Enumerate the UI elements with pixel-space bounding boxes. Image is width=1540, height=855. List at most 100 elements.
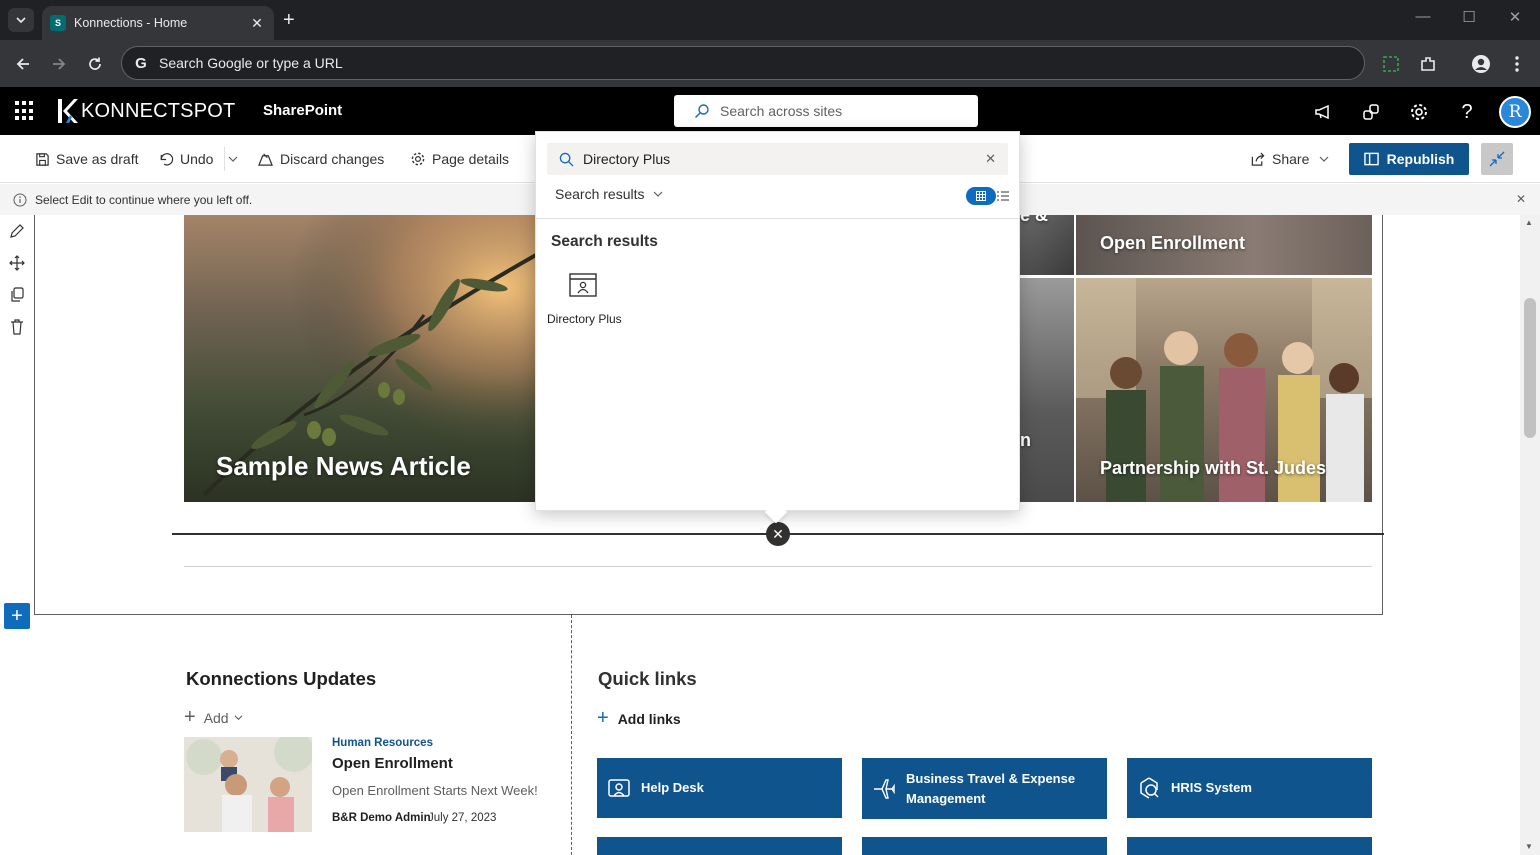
page-details-button[interactable]: Page details — [410, 149, 509, 169]
extensions-icon[interactable] — [1416, 52, 1440, 76]
discard-changes-button[interactable]: Discard changes — [257, 149, 384, 169]
undo-button[interactable]: Undo — [158, 149, 213, 169]
list-view-icon[interactable] — [997, 190, 1009, 202]
news-description: Open Enrollment Starts Next Week! — [332, 783, 538, 798]
share-icon — [1251, 152, 1265, 166]
directory-icon[interactable] — [568, 272, 598, 298]
column-divider — [571, 615, 572, 855]
discard-icon — [258, 152, 273, 166]
chevron-down-icon — [654, 191, 663, 197]
browser-menu-icon[interactable] — [1505, 52, 1529, 76]
save-icon — [36, 152, 49, 166]
news-category[interactable]: Human Resources — [332, 737, 433, 749]
hero-main-title[interactable]: Sample News Article — [216, 451, 471, 482]
hero-tile-partial-bottom[interactable]: n — [1020, 278, 1074, 502]
divider-close-icon[interactable]: ✕ — [766, 522, 790, 546]
hero-tile-partial-title-2: n — [1020, 430, 1031, 450]
app-launcher-icon[interactable] — [15, 101, 35, 121]
add-links-button[interactable]: + Add links — [597, 707, 681, 730]
forward-icon[interactable] — [47, 52, 71, 76]
browser-tab[interactable]: S Konnections - Home ✕ — [42, 6, 274, 40]
tab-close-icon[interactable]: ✕ — [248, 15, 266, 32]
duplicate-icon[interactable] — [8, 286, 26, 304]
news-thumbnail[interactable] — [184, 737, 312, 832]
news-author: B&R Demo Admin — [332, 812, 431, 824]
screen-capture-icon[interactable] — [1379, 52, 1403, 76]
chevron-down-icon — [234, 715, 243, 721]
grid-icon — [976, 191, 986, 201]
save-as-draft-button[interactable]: Save as draft — [35, 149, 139, 169]
chevron-down-icon — [16, 17, 26, 24]
tab-title: Konnections - Home — [74, 16, 188, 30]
edit-pencil-icon[interactable] — [8, 222, 26, 240]
profile-icon[interactable] — [1469, 52, 1493, 76]
delete-icon[interactable] — [8, 318, 26, 336]
popup-search-value: Directory Plus — [583, 151, 671, 167]
quick-link-stub[interactable] — [1127, 837, 1372, 855]
plus-icon: + — [597, 707, 609, 729]
grid-view-toggle[interactable] — [966, 187, 996, 205]
address-placeholder: Search Google or type a URL — [159, 55, 343, 71]
popup-separator — [536, 218, 1019, 219]
quick-link-hris[interactable]: HRIS System — [1127, 758, 1372, 818]
minimize-icon[interactable]: — — [1400, 8, 1446, 25]
add-section-button[interactable]: + — [4, 603, 30, 629]
info-close-icon[interactable]: ✕ — [1516, 192, 1526, 206]
undo-split-divider — [224, 147, 225, 171]
scroll-down-icon[interactable]: ▼ — [1525, 842, 1533, 851]
collapse-icon[interactable] — [1481, 143, 1513, 175]
megaphone-icon[interactable] — [1312, 101, 1334, 123]
updates-heading: Konnections Updates — [186, 668, 377, 689]
popup-search-input[interactable]: Directory Plus ✕ — [547, 143, 1008, 175]
window-close-icon[interactable]: ✕ — [1492, 8, 1538, 26]
republish-button[interactable]: Republish — [1349, 143, 1469, 175]
copilot-icon[interactable] — [1360, 101, 1382, 123]
move-icon[interactable] — [8, 254, 26, 272]
quick-link-stub[interactable] — [862, 837, 1107, 855]
share-button[interactable]: Share — [1250, 149, 1335, 169]
search-scope-dropdown[interactable]: Search results — [555, 186, 663, 202]
info-icon — [13, 193, 27, 206]
undo-dropdown-icon[interactable] — [228, 154, 238, 164]
hero-tile-title: Open Enrollment — [1100, 233, 1246, 253]
hero-tile-partial-top[interactable]: e & — [1020, 215, 1074, 275]
search-icon — [559, 152, 574, 167]
site-search-box[interactable]: Search across sites — [674, 95, 978, 127]
quick-links-heading: Quick links — [598, 668, 697, 689]
news-title[interactable]: Open Enrollment — [332, 755, 453, 772]
konnectspot-logo-icon — [58, 99, 78, 123]
app-name[interactable]: SharePoint — [263, 102, 342, 119]
address-bar[interactable]: G Search Google or type a URL — [121, 46, 1365, 80]
brand-name: KONNECTSPOT — [81, 99, 236, 122]
family-photo-image — [184, 737, 312, 832]
add-news-button[interactable]: + Add — [184, 706, 243, 729]
user-avatar[interactable]: R — [1499, 96, 1531, 128]
chevron-down-icon — [1319, 156, 1329, 162]
help-desk-icon — [608, 779, 630, 797]
hero-tile-partnership[interactable]: Partnership with St. Judes — [1076, 278, 1372, 502]
reload-icon[interactable] — [83, 52, 107, 76]
quick-link-help-desk[interactable]: Help Desk — [597, 758, 842, 818]
horizontal-rule — [184, 566, 1372, 567]
scroll-up-icon[interactable]: ▲ — [1525, 218, 1533, 227]
settings-gear-icon[interactable] — [1408, 101, 1430, 123]
search-result-label[interactable]: Directory Plus — [547, 312, 622, 326]
airplane-icon — [874, 778, 895, 799]
help-icon[interactable]: ? — [1456, 101, 1478, 123]
scrollbar-thumb[interactable] — [1524, 298, 1536, 438]
google-icon: G — [135, 54, 147, 72]
info-message: Select Edit to continue where you left o… — [35, 192, 253, 207]
quick-link-business-travel[interactable]: Business Travel & Expense Management — [862, 758, 1107, 819]
tab-search-button[interactable] — [8, 8, 34, 32]
search-icon — [695, 104, 709, 118]
undo-icon — [160, 152, 174, 165]
hero-tile-partial-title: e & — [1020, 215, 1049, 225]
brand-logo[interactable]: KONNECTSPOT — [56, 98, 235, 124]
new-tab-icon[interactable]: + — [283, 9, 295, 32]
hero-tile-open-enrollment[interactable]: Open Enrollment — [1076, 215, 1372, 275]
clear-search-icon[interactable]: ✕ — [985, 151, 996, 167]
maximize-icon[interactable]: ☐ — [1446, 8, 1492, 26]
site-search-placeholder: Search across sites — [720, 103, 843, 119]
back-icon[interactable] — [11, 52, 35, 76]
quick-link-stub[interactable] — [597, 837, 842, 855]
